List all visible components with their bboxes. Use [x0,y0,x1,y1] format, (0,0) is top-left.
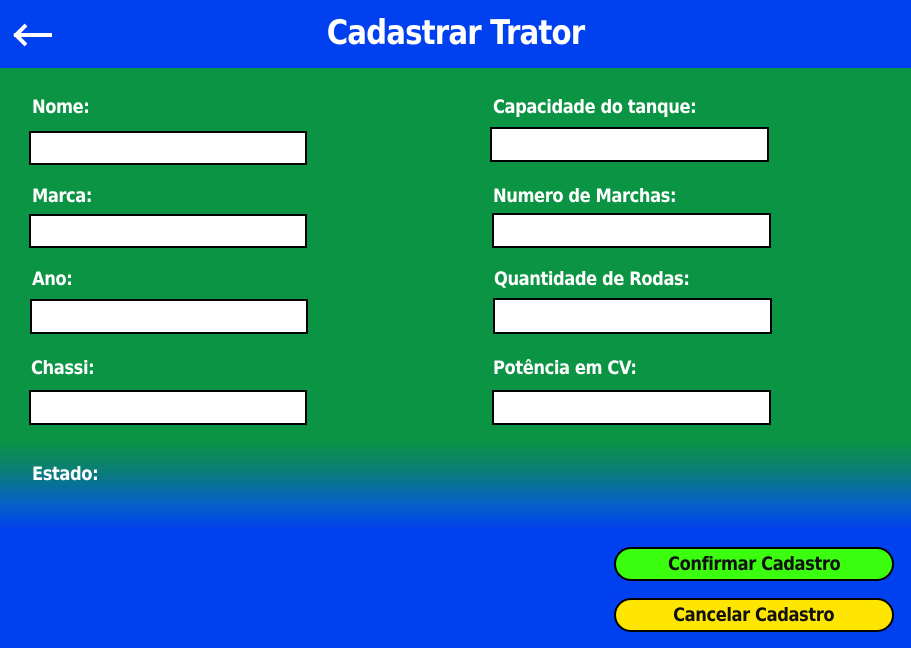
nome-field[interactable] [29,131,307,165]
arrow-left-icon [13,23,52,47]
confirm-button-label: Confirmar Cadastro [667,553,841,575]
nome-label: Nome: [32,96,90,118]
capacidade-tanque-label: Capacidade do tanque: [493,96,697,118]
ano-label: Ano: [32,268,73,290]
potencia-cv-label: Potência em CV: [493,357,637,379]
marca-label: Marca: [32,185,93,207]
estado-label: Estado: [32,463,99,485]
ano-field[interactable] [30,299,308,334]
capacidade-tanque-field[interactable] [490,127,769,162]
numero-marchas-label: Numero de Marchas: [493,185,677,207]
numero-marchas-field[interactable] [492,213,771,248]
chassi-label: Chassi: [31,357,95,379]
confirm-button[interactable]: Confirmar Cadastro [614,547,894,581]
back-button[interactable] [12,20,52,50]
header-bar: Cadastrar Trator [0,0,911,68]
chassi-field[interactable] [29,390,307,425]
quantidade-rodas-field[interactable] [493,298,772,334]
potencia-cv-field[interactable] [492,390,771,425]
quantidade-rodas-label: Quantidade de Rodas: [494,268,690,290]
marca-field[interactable] [29,214,307,248]
page-title: Cadastrar Trator [326,13,585,53]
cancel-button[interactable]: Cancelar Cadastro [614,598,894,632]
cancel-button-label: Cancelar Cadastro [673,604,835,626]
